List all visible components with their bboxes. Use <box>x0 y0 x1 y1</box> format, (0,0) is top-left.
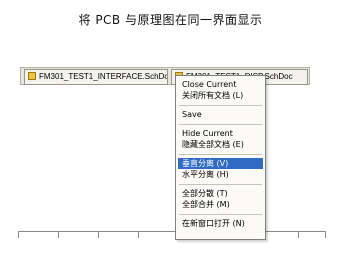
tab-label: FM301_TEST1_INTERFACE.SchDoc * <box>39 72 168 81</box>
menu-item-close-current[interactable]: Close Current <box>178 79 263 90</box>
menu-item-split-all[interactable]: 全部分散 (T) <box>178 188 263 199</box>
menu-separator <box>179 214 262 215</box>
menu-item-split-vertical[interactable]: 垂直分离 (V) <box>178 158 263 169</box>
schematic-border-lines <box>18 231 326 240</box>
menu-item-hide-all[interactable]: 隐藏全部文档 (E) <box>178 139 263 150</box>
menu-item-merge-all[interactable]: 全部合并 (M) <box>178 199 263 210</box>
menu-separator <box>179 154 262 155</box>
menu-item-open-new-window[interactable]: 在新窗口打开 (N) <box>178 218 263 229</box>
menu-separator <box>179 105 262 106</box>
tab-context-menu: Close Current 关闭所有文档 (L) Save Hide Curre… <box>175 75 266 240</box>
schematic-document-icon <box>28 72 36 80</box>
menu-item-close-all[interactable]: 关闭所有文档 (L) <box>178 90 263 101</box>
menu-item-save[interactable]: Save <box>178 109 263 120</box>
menu-separator <box>179 184 262 185</box>
menu-item-hide-current[interactable]: Hide Current <box>178 128 263 139</box>
document-tab-bar: FM301_TEST1_INTERFACE.SchDoc * FM301_TES… <box>20 67 310 85</box>
caption-text: 将 PCB 与原理图在同一界面显示 <box>78 13 263 27</box>
menu-separator <box>179 124 262 125</box>
tab-interface-schdoc[interactable]: FM301_TEST1_INTERFACE.SchDoc * <box>24 69 168 85</box>
menu-item-split-horizontal[interactable]: 水平分离 (H) <box>178 169 263 180</box>
